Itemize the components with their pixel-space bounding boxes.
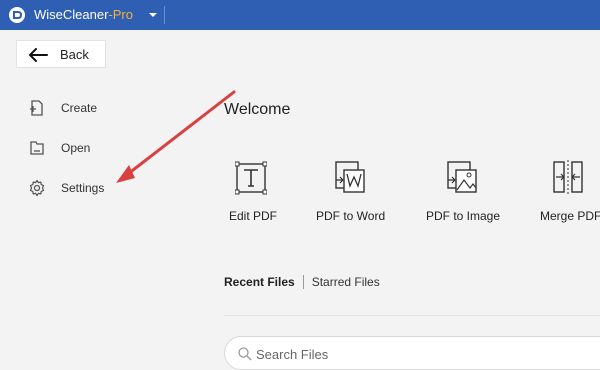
tool-label: PDF to Image (426, 209, 501, 223)
sidebar-item-create[interactable]: Create (26, 96, 186, 120)
pdf-to-word-icon (335, 161, 365, 193)
tool-merge-pdf[interactable]: Merge PDF (522, 160, 600, 230)
page-title: Welcome (224, 101, 291, 118)
back-label: Back (60, 47, 89, 62)
search-input[interactable] (256, 344, 556, 364)
tool-pdf-to-image[interactable]: PDF to Image (413, 160, 513, 230)
edit-text-icon (235, 161, 267, 195)
sidebar-item-label: Create (61, 101, 98, 115)
sidebar-item-settings[interactable]: Settings (26, 176, 186, 200)
tab-divider (302, 275, 304, 289)
create-file-icon (30, 100, 43, 116)
back-button[interactable]: Back (16, 40, 106, 68)
sidebar-item-label: Settings (61, 181, 105, 195)
arrow-left-icon (29, 48, 48, 62)
sidebar-item-open[interactable]: Open (26, 136, 186, 160)
search-box[interactable] (224, 336, 600, 370)
gear-icon (29, 179, 45, 197)
chevron-down-icon[interactable] (147, 9, 159, 21)
file-tabs: Recent Files Starred Files (224, 274, 380, 290)
search-icon (238, 347, 252, 361)
title-bar: WiseCleaner-Pro (0, 0, 600, 30)
sidebar-item-label: Open (61, 141, 91, 155)
tool-pdf-to-word[interactable]: PDF to Word (302, 160, 402, 230)
section-divider (224, 315, 600, 316)
folder-icon (30, 141, 44, 155)
tool-edit-pdf[interactable]: Edit PDF (200, 160, 300, 230)
app-logo-icon (9, 7, 25, 23)
merge-icon (553, 160, 583, 194)
app-name-text: WiseCleaner (34, 7, 109, 22)
tool-label: Merge PDF (540, 209, 600, 223)
pdf-to-image-icon (447, 161, 477, 193)
tool-label: PDF to Word (316, 209, 386, 223)
tab-starred-files[interactable]: Starred Files (312, 275, 380, 289)
app-edition-text: -Pro (108, 7, 133, 22)
tab-recent-files[interactable]: Recent Files (224, 275, 295, 289)
app-title: WiseCleaner-Pro (34, 7, 133, 22)
titlebar-divider (164, 6, 165, 24)
